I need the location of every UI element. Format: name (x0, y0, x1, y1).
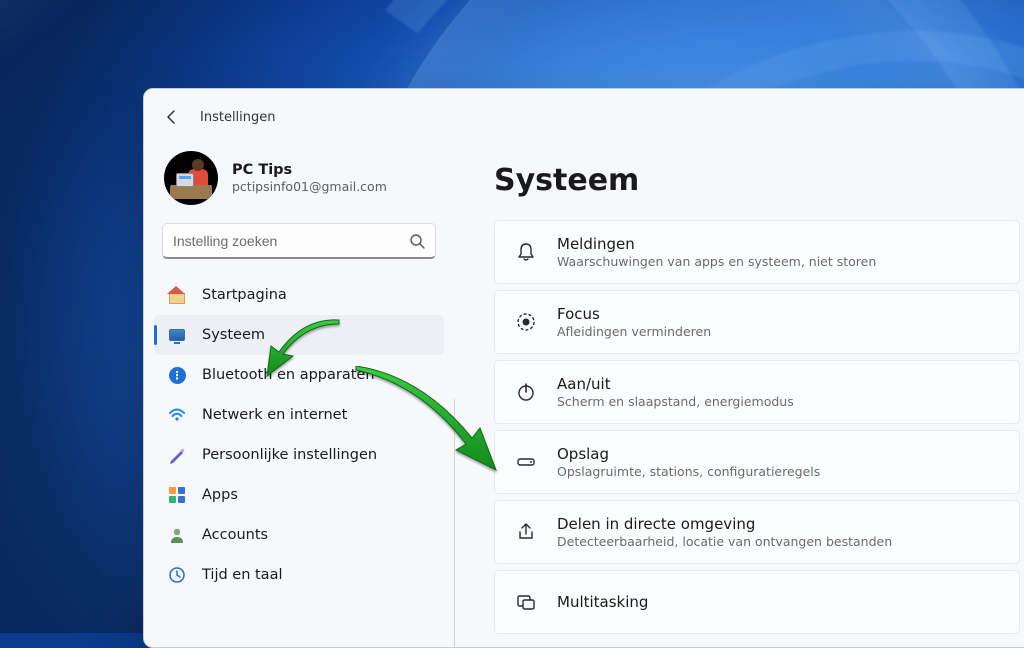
sidebar-item-label: Persoonlijke instellingen (202, 447, 377, 463)
card-multitasking[interactable]: Multitasking (494, 570, 1020, 634)
sidebar-item-systeem[interactable]: Systeem (154, 315, 444, 355)
sidebar-nav: Startpagina Systeem ⋮ Bluetooth en appar… (144, 275, 454, 595)
card-focus[interactable]: Focus Afleidingen verminderen (494, 290, 1020, 354)
sidebar-divider (454, 399, 455, 647)
card-subtitle: Opslagruimte, stations, configuratierege… (557, 464, 820, 479)
time-language-icon (168, 566, 186, 584)
card-title: Meldingen (557, 235, 876, 253)
card-title: Aan/uit (557, 375, 794, 393)
sidebar-item-label: Bluetooth en apparaten (202, 367, 375, 383)
search-box[interactable] (162, 223, 436, 259)
titlebar: Instellingen (144, 109, 454, 135)
bluetooth-icon: ⋮ (168, 366, 186, 384)
system-icon (168, 326, 186, 344)
share-icon (515, 521, 537, 543)
accounts-icon (168, 526, 186, 544)
card-opslag[interactable]: Opslag Opslagruimte, stations, configura… (494, 430, 1020, 494)
sidebar-item-startpagina[interactable]: Startpagina (154, 275, 444, 315)
window-title: Instellingen (200, 110, 276, 125)
wifi-icon (168, 406, 186, 424)
card-subtitle: Detecteerbaarheid, locatie van ontvangen… (557, 534, 892, 549)
card-subtitle: Waarschuwingen van apps en systeem, niet… (557, 254, 876, 269)
sidebar-item-bluetooth[interactable]: ⋮ Bluetooth en apparaten (154, 355, 444, 395)
user-account-header[interactable]: PC Tips pctipsinfo01@gmail.com (144, 135, 454, 223)
bell-icon (515, 241, 537, 263)
power-icon (515, 381, 537, 403)
sidebar-item-tijd-en-taal[interactable]: Tijd en taal (154, 555, 444, 595)
storage-icon (515, 451, 537, 473)
sidebar-item-label: Systeem (202, 327, 265, 343)
personalization-icon (168, 446, 186, 464)
sidebar-item-label: Accounts (202, 527, 268, 543)
card-title: Multitasking (557, 593, 648, 611)
user-name: PC Tips (232, 162, 387, 178)
card-delen[interactable]: Delen in directe omgeving Detecteerbaarh… (494, 500, 1020, 564)
settings-window: Instellingen PC Tips pctipsinfo01@gmail.… (143, 88, 1024, 648)
card-subtitle: Scherm en slaapstand, energiemodus (557, 394, 794, 409)
sidebar-item-label: Tijd en taal (202, 567, 283, 583)
card-title: Focus (557, 305, 711, 323)
sidebar-item-accounts[interactable]: Accounts (154, 515, 444, 555)
sidebar-item-label: Netwerk en internet (202, 407, 347, 423)
sidebar-item-apps[interactable]: Apps (154, 475, 444, 515)
card-aan-uit[interactable]: Aan/uit Scherm en slaapstand, energiemod… (494, 360, 1020, 424)
apps-icon (168, 486, 186, 504)
home-icon (168, 286, 186, 304)
card-title: Delen in directe omgeving (557, 515, 892, 533)
card-title: Opslag (557, 445, 820, 463)
multitasking-icon (515, 591, 537, 613)
user-email: pctipsinfo01@gmail.com (232, 179, 387, 194)
back-button[interactable] (164, 109, 180, 125)
sidebar: Instellingen PC Tips pctipsinfo01@gmail.… (144, 89, 454, 647)
sidebar-item-label: Startpagina (202, 287, 287, 303)
avatar (164, 151, 218, 205)
focus-icon (515, 311, 537, 333)
sidebar-item-label: Apps (202, 487, 238, 503)
card-subtitle: Afleidingen verminderen (557, 324, 711, 339)
sidebar-item-netwerk[interactable]: Netwerk en internet (154, 395, 444, 435)
search-icon (409, 233, 425, 249)
search-input[interactable] (173, 233, 409, 249)
page-title: Systeem (494, 163, 1020, 198)
sidebar-item-persoonlijke[interactable]: Persoonlijke instellingen (154, 435, 444, 475)
card-meldingen[interactable]: Meldingen Waarschuwingen van apps en sys… (494, 220, 1020, 284)
main-content: Systeem Meldingen Waarschuwingen van app… (454, 89, 1024, 647)
